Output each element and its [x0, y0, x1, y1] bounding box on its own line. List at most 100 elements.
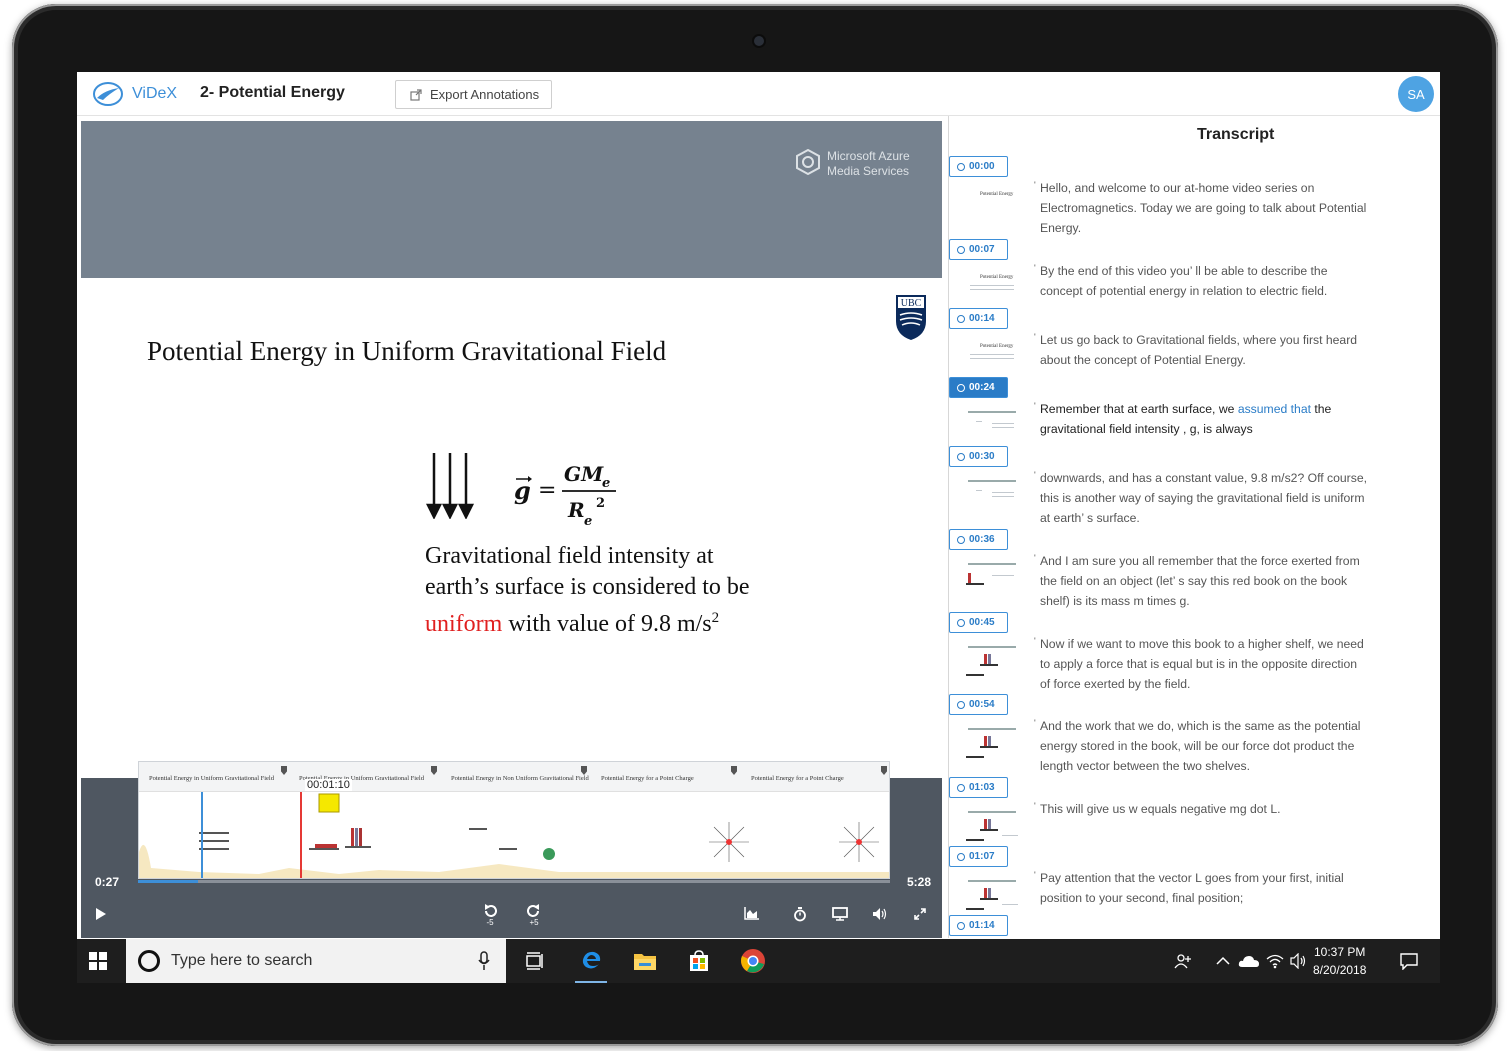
task-view-icon[interactable] — [521, 947, 549, 975]
volume-tray-icon[interactable] — [1285, 947, 1313, 975]
video-player[interactable]: Microsoft Azure Media Services UBC Poten… — [81, 121, 942, 938]
forward-icon — [527, 903, 539, 917]
highlighted-text[interactable]: assumed that — [1238, 402, 1311, 416]
transcript-text[interactable]: Let us go back to Gravitational fields, … — [1040, 330, 1370, 370]
captions-button[interactable] — [831, 905, 849, 923]
clock-icon — [957, 245, 965, 254]
cortana-icon[interactable] — [138, 950, 160, 972]
ubc-crest-icon: UBC — [896, 295, 926, 340]
progress-track[interactable] — [138, 880, 890, 883]
slide-thumbnail — [962, 557, 1024, 597]
search-placeholder[interactable]: Type here to search — [171, 952, 312, 970]
timestamp-button[interactable]: 00:36 — [949, 529, 1008, 550]
timestamp-button[interactable]: 00:14 — [949, 308, 1008, 329]
speed-button[interactable] — [791, 905, 809, 923]
windows-taskbar: Type here to search 10:37 PM 8/20/2018 — [77, 939, 1440, 983]
edge-icon[interactable] — [575, 947, 607, 983]
play-button[interactable] — [91, 904, 111, 924]
rewind-label: -5 — [486, 917, 494, 927]
thumbnail-sketches — [139, 792, 889, 878]
bookmark-icon[interactable] — [581, 766, 587, 775]
transcript-text[interactable]: Hello, and welcome to our at-home video … — [1040, 178, 1370, 238]
taskbar-search-box[interactable]: Type here to search — [126, 939, 506, 983]
file-explorer-icon[interactable] — [631, 947, 659, 975]
transcript-panel[interactable]: Transcript 00:00 Potential Energy ' Hell… — [948, 116, 1440, 938]
progress-fill — [138, 880, 198, 883]
volume-button[interactable] — [871, 905, 889, 923]
quote-mark: ' — [1034, 180, 1036, 190]
field-arrows-icon — [426, 453, 475, 519]
thumbnail-scrub-strip[interactable]: Potential Energy in Uniform Gravitationa… — [138, 761, 890, 879]
gravity-formula: g = GM e R e 2 — [514, 462, 616, 529]
thumbnail-caption: Potential Energy for a Point Charge — [601, 775, 694, 782]
timestamp-button[interactable]: 01:14 — [949, 915, 1008, 936]
timestamp-button[interactable]: 00:00 — [949, 156, 1008, 177]
thumbnail-caption: Potential Energy for a Point Charge — [751, 775, 844, 782]
bookmark-icon[interactable] — [431, 766, 437, 775]
clock-icon — [957, 921, 965, 930]
clock-icon — [957, 452, 965, 461]
transcript-text[interactable]: downwards, and has a constant value, 9.8… — [1040, 468, 1370, 528]
transcript-title: Transcript — [1197, 126, 1275, 143]
transcript-text[interactable]: Remember that at earth surface, we assum… — [1040, 399, 1370, 439]
transcript-text[interactable]: And I am sure you all remember that the … — [1040, 551, 1370, 611]
timestamp-button[interactable]: 00:24 — [949, 377, 1008, 398]
user-avatar[interactable]: SA — [1398, 76, 1434, 112]
fullscreen-button[interactable] — [911, 905, 929, 923]
transcript-text[interactable]: And the work that we do, which is the sa… — [1040, 716, 1370, 776]
chrome-icon[interactable] — [739, 947, 767, 975]
clock-icon — [957, 700, 965, 709]
bookmark-icon[interactable] — [281, 766, 287, 775]
clock-icon — [957, 314, 965, 323]
transcript-text[interactable]: Now if we want to move this book to a hi… — [1040, 634, 1370, 694]
forward-5-button[interactable]: +5 — [523, 900, 545, 930]
quote-mark: ' — [1034, 470, 1036, 480]
people-icon[interactable] — [1169, 947, 1197, 975]
quote-mark: ' — [1034, 801, 1036, 811]
chevron-up-icon[interactable] — [1209, 947, 1237, 975]
rewind-5-button[interactable]: -5 — [479, 900, 501, 930]
bookmark-icon[interactable] — [881, 766, 887, 775]
quote-mark: ' — [1034, 401, 1036, 411]
slide-thumbnail: Potential Energy — [962, 184, 1024, 224]
slide-thumbnail — [962, 874, 1024, 914]
camera — [754, 36, 764, 46]
timestamp-button[interactable]: 00:54 — [949, 694, 1008, 715]
tablet-device: ViDeX 2- Potential Energy Export Annotat… — [12, 4, 1498, 1046]
onedrive-icon[interactable] — [1235, 947, 1263, 975]
windows-start-icon[interactable] — [89, 952, 107, 970]
timestamp-button[interactable]: 00:45 — [949, 612, 1008, 633]
chart-toggle-button[interactable] — [743, 904, 761, 922]
area-chart-icon — [744, 907, 759, 920]
slide-title: Potential Energy in Uniform Gravitationa… — [147, 336, 667, 366]
timestamp-button[interactable]: 01:07 — [949, 846, 1008, 867]
export-annotations-button[interactable]: Export Annotations — [395, 80, 552, 109]
quote-mark: ' — [1034, 636, 1036, 646]
screen: ViDeX 2- Potential Energy Export Annotat… — [77, 72, 1440, 983]
screen-icon — [832, 907, 848, 921]
microphone-icon[interactable] — [478, 951, 490, 971]
bookmark-icon[interactable] — [731, 766, 737, 775]
clock-icon — [957, 162, 965, 171]
forward-label: +5 — [529, 917, 539, 927]
video-top-band: Microsoft Azure Media Services — [81, 121, 942, 278]
timestamp-button[interactable]: 01:03 — [949, 777, 1008, 798]
slide-thumbnail — [962, 805, 1024, 845]
rewind-icon — [485, 903, 497, 917]
store-icon[interactable] — [685, 947, 713, 975]
watermark-line1: Microsoft Azure — [827, 149, 910, 163]
slide-thumbnail — [962, 640, 1024, 680]
timestamp-button[interactable]: 00:07 — [949, 239, 1008, 260]
svg-text:e: e — [602, 476, 610, 491]
slide-thumbnail: Potential Energy — [962, 267, 1024, 307]
svg-text:=: = — [538, 478, 556, 503]
stopwatch-icon — [794, 906, 806, 921]
action-center-icon[interactable] — [1395, 947, 1423, 975]
system-clock[interactable]: 10:37 PM 8/20/2018 — [1313, 943, 1366, 979]
transcript-text[interactable]: This will give us w equals negative mg d… — [1040, 799, 1370, 819]
svg-text:2: 2 — [596, 496, 605, 511]
transcript-text[interactable]: Pay attention that the vector L goes fro… — [1040, 868, 1370, 908]
brand-name[interactable]: ViDeX — [132, 85, 177, 103]
timestamp-button[interactable]: 00:30 — [949, 446, 1008, 467]
transcript-text[interactable]: By the end of this video you’ ll be able… — [1040, 261, 1370, 301]
